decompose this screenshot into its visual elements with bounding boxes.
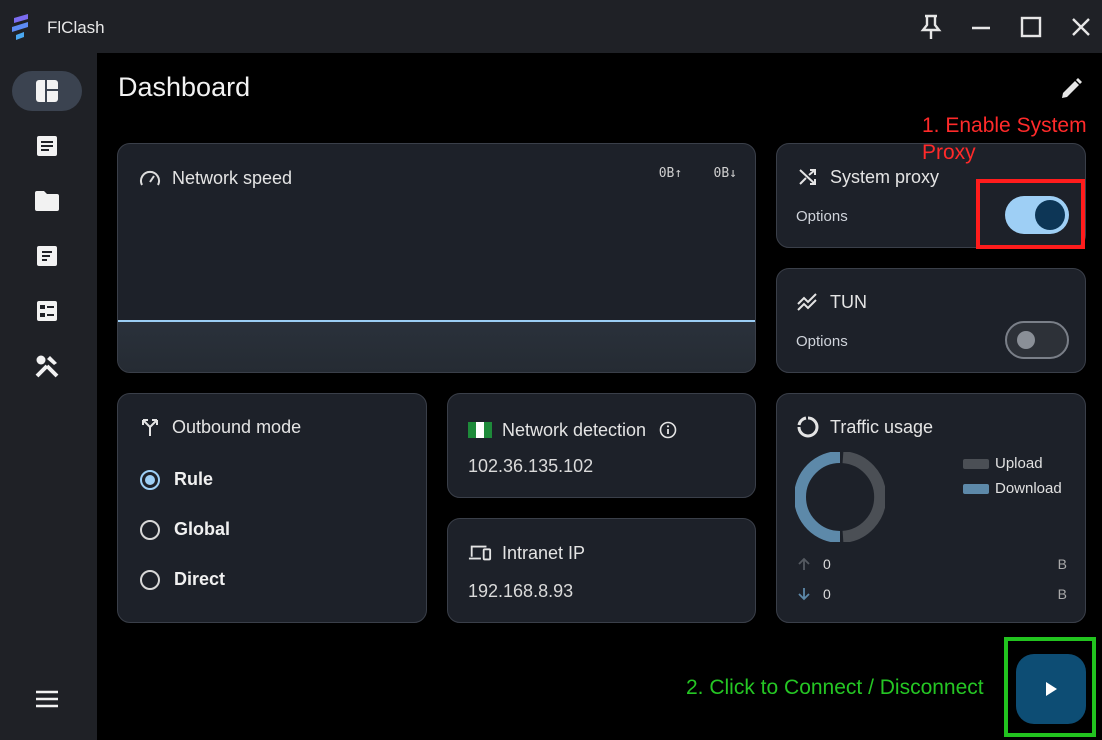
legend-swatch xyxy=(963,483,989,494)
info-icon[interactable] xyxy=(656,418,680,442)
mode-option-label: Rule xyxy=(174,469,214,489)
donut-chart-icon xyxy=(796,415,820,439)
network-detection-ip: 102.36.135.102 xyxy=(468,456,594,476)
traffic-usage-header: Traffic usage xyxy=(796,415,933,439)
legend-download-label: Download xyxy=(995,480,1062,497)
app-logo-icon xyxy=(12,14,28,40)
sidebar-item-profiles[interactable] xyxy=(12,181,82,221)
minimize-icon xyxy=(972,26,990,30)
speed-readout: 0B↑ 0B↓ xyxy=(659,166,737,181)
folder-icon xyxy=(35,191,59,211)
annotation-highlight-toggle xyxy=(976,179,1085,249)
mode-option-rule[interactable]: Rule xyxy=(140,469,213,490)
close-button[interactable] xyxy=(1066,12,1096,42)
network-speed-title: Network speed xyxy=(172,167,293,188)
traffic-usage-title: Traffic usage xyxy=(830,416,934,437)
shuffle-icon xyxy=(796,165,820,189)
upload-arc xyxy=(842,452,885,542)
mode-option-label: Global xyxy=(174,519,231,539)
annotation-connect: 2. Click to Connect / Disconnect xyxy=(686,676,984,699)
tun-card: TUN Options xyxy=(776,268,1086,373)
edit-button[interactable] xyxy=(1054,72,1088,106)
checklist-icon xyxy=(37,301,57,321)
sidebar-item-tools[interactable] xyxy=(12,346,82,386)
network-detection-header: Network detection xyxy=(468,418,680,442)
arrow-up-icon xyxy=(798,557,810,570)
close-icon xyxy=(1072,18,1090,36)
legend-swatch xyxy=(963,458,989,469)
upload-unit: B xyxy=(1057,556,1067,572)
speed-chart xyxy=(118,320,755,372)
speedometer-icon xyxy=(138,166,162,190)
legend-upload: Upload xyxy=(963,455,1043,472)
pencil-icon xyxy=(1062,78,1082,98)
network-detection-title: Network detection xyxy=(502,419,647,440)
title-bar: FlClash xyxy=(0,0,1102,53)
network-speed-card: Network speed 0B↑ 0B↓ xyxy=(117,143,756,373)
system-proxy-header: System proxy xyxy=(796,165,939,189)
arrow-down-icon xyxy=(798,588,810,601)
download-unit: B xyxy=(1057,586,1067,602)
download-arc xyxy=(795,452,841,542)
radio-button[interactable] xyxy=(140,569,160,590)
pin-button[interactable] xyxy=(916,12,946,42)
radio-button[interactable] xyxy=(140,519,160,540)
flag-icon xyxy=(468,418,492,442)
legend-upload-label: Upload xyxy=(995,455,1043,472)
maximize-button[interactable] xyxy=(1016,12,1046,42)
download-speed: 0B↓ xyxy=(713,166,737,181)
intranet-ip-header: Intranet IP xyxy=(468,541,585,565)
outbound-mode-title: Outbound mode xyxy=(172,416,302,437)
trending-icon xyxy=(796,290,820,314)
article-icon xyxy=(37,136,57,156)
traffic-donut-chart xyxy=(795,452,885,542)
outbound-mode-header: Outbound mode xyxy=(138,415,301,439)
mode-option-label: Direct xyxy=(174,569,226,589)
tun-title: TUN xyxy=(830,291,867,312)
sidebar-item-dashboard[interactable] xyxy=(12,71,82,111)
legend-download: Download xyxy=(963,480,1062,497)
devices-icon xyxy=(468,541,492,565)
intranet-ip-title: Intranet IP xyxy=(502,542,586,563)
minimize-button[interactable] xyxy=(966,12,996,42)
traffic-usage-card: Traffic usage Upload Download 0 B 0 B xyxy=(776,393,1086,623)
mode-option-direct[interactable]: Direct xyxy=(140,569,225,590)
menu-icon xyxy=(36,690,58,708)
connect-button[interactable] xyxy=(1016,654,1086,724)
pin-icon xyxy=(920,14,942,39)
system-proxy-options-label[interactable]: Options xyxy=(796,208,848,225)
sidebar-item-connections[interactable] xyxy=(12,291,82,331)
tun-options-label[interactable]: Options xyxy=(796,333,848,350)
tools-icon xyxy=(35,355,59,378)
page-title: Dashboard xyxy=(118,72,251,102)
app-title: FlClash xyxy=(47,18,105,37)
tun-toggle[interactable] xyxy=(1005,321,1069,359)
radio-button[interactable] xyxy=(140,469,160,490)
play-icon xyxy=(1046,682,1057,696)
toggle-knob xyxy=(1017,331,1035,349)
sidebar xyxy=(0,53,97,740)
intranet-ip-value: 192.168.8.93 xyxy=(468,581,574,601)
list-document-icon xyxy=(37,246,57,266)
outbound-mode-card: Outbound mode Rule Global Direct xyxy=(117,393,427,623)
maximize-icon xyxy=(1020,16,1042,38)
intranet-ip-card: Intranet IP 192.168.8.93 xyxy=(447,518,756,623)
sidebar-item-proxies[interactable] xyxy=(12,126,82,166)
system-proxy-title: System proxy xyxy=(830,166,940,187)
network-detection-card: Network detection 102.36.135.102 xyxy=(447,393,756,498)
dashboard-icon xyxy=(36,80,58,102)
upload-speed: 0B↑ xyxy=(658,166,683,181)
network-speed-header: Network speed xyxy=(138,166,292,190)
tun-header: TUN xyxy=(796,290,867,314)
annotation-enable-proxy: 1. Enable System Proxy xyxy=(922,114,1087,164)
download-total: 0 xyxy=(823,586,831,602)
upload-total: 0 xyxy=(823,556,831,572)
sidebar-item-requests[interactable] xyxy=(12,236,82,276)
menu-button[interactable] xyxy=(12,679,82,719)
mode-option-global[interactable]: Global xyxy=(140,519,230,540)
call-split-icon xyxy=(138,415,162,439)
